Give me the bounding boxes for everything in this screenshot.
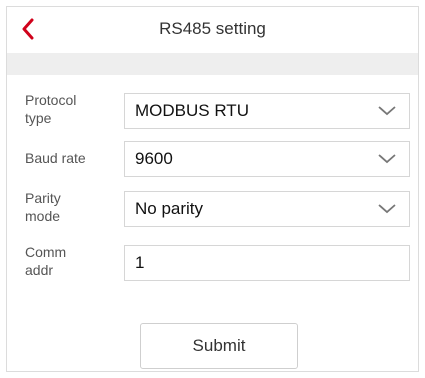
top-bar: RS485 setting: [7, 7, 418, 54]
label-line: Protocol: [25, 92, 77, 108]
submit-button[interactable]: Submit: [140, 323, 298, 369]
rs485-settings-screen: RS485 setting Protocol type MODBUS RTU B…: [6, 6, 419, 372]
parity-mode-label: Parity mode: [25, 189, 115, 225]
parity-mode-row: Parity mode No parity: [7, 187, 418, 233]
chevron-down-icon: [373, 94, 401, 128]
chevron-down-icon: [373, 142, 401, 176]
label-line: addr: [25, 262, 54, 278]
baud-rate-select[interactable]: 9600: [124, 141, 410, 177]
label-line: Comm: [25, 244, 67, 260]
baud-rate-row: Baud rate 9600: [7, 139, 418, 179]
baud-rate-value: 9600: [135, 149, 173, 168]
parity-mode-select[interactable]: No parity: [124, 191, 410, 227]
label-line: type: [25, 110, 52, 126]
parity-mode-value: No parity: [135, 199, 204, 218]
label-line: mode: [25, 208, 61, 224]
protocol-type-value: MODBUS RTU: [135, 101, 249, 120]
protocol-type-select[interactable]: MODBUS RTU: [124, 93, 410, 129]
label-line: Parity: [25, 190, 61, 206]
header-divider-band: [7, 53, 418, 75]
comm-addr-label: Comm addr: [25, 243, 115, 279]
chevron-down-icon: [373, 192, 401, 226]
protocol-type-label: Protocol type: [25, 91, 115, 127]
comm-addr-input[interactable]: [124, 245, 410, 281]
comm-addr-row: Comm addr: [7, 241, 418, 287]
protocol-type-row: Protocol type MODBUS RTU: [7, 87, 418, 133]
page-title: RS485 setting: [159, 19, 266, 38]
baud-rate-label: Baud rate: [25, 150, 86, 166]
